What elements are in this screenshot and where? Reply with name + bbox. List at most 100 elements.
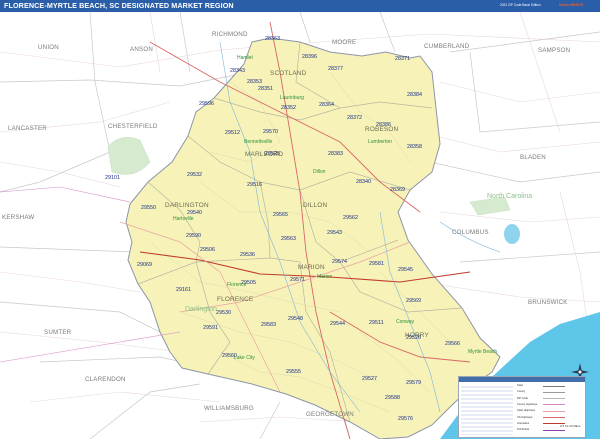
legend-swatch [543,391,565,393]
zip-label-29591: 29591 [203,325,218,331]
zip-label-28352: 28352 [281,105,296,111]
zip-label-29544: 29544 [330,321,345,327]
zip-label-29565: 29565 [273,212,288,218]
county-label-kershaw: KERSHAW [2,214,35,221]
zip-label-28384: 28384 [407,92,422,98]
zip-label-29530: 29530 [216,310,231,316]
zip-label-29543: 29543 [327,230,342,236]
zip-label-28383: 28383 [328,151,343,157]
zip-label-29548: 29548 [288,316,303,322]
zip-label-29569: 29569 [406,298,421,304]
zip-label-29101: 29101 [105,175,120,181]
zip-label-28377: 28377 [328,66,343,72]
zip-label-29579: 29579 [406,380,421,386]
legend-item-label: County [517,390,526,394]
county-label-cumberland: CUMBERLAND [424,43,470,50]
zip-label-28372: 28372 [347,115,362,121]
zip-label-28369: 28369 [390,187,405,193]
zip-label-29527: 29527 [362,376,377,382]
county-label-marion: MARION [298,264,325,271]
city-label-lake-city: Lake City [234,355,255,361]
zip-label-29590: 29590 [186,233,201,239]
zip-label-29570: 29570 [263,129,278,135]
zip-label-29588: 29588 [385,395,400,401]
zip-label-29571: 29571 [290,277,305,283]
zip-label-29511: 29511 [369,320,384,326]
zip-label-28364: 28364 [319,102,334,108]
legend-item-label: US Highways [517,415,533,419]
zip-label-29516: 29516 [247,182,262,188]
zip-label-29560: 29560 [222,353,237,359]
county-label-moore: MOORE [332,39,357,46]
zip-label-29512: 29512 [225,130,240,136]
map-frame: FLORENCE-MYRTLE BEACH, SC DESIGNATED MAR… [0,0,600,439]
county-label-georgetown: GEORGETOWN [306,411,354,418]
county-label-dillon: DILLON [303,202,328,209]
zip-label-28343: 28343 [230,68,245,74]
park-label-darlington: Darlington [185,306,217,313]
zip-label-28353: 28353 [247,79,262,85]
edition-label: 2022 ZIP Code Basic Edition [500,3,541,7]
legend-swatch [543,398,565,400]
zip-label-29161: 29161 [176,287,191,293]
zip-label-29536: 29536 [240,252,255,258]
city-label-marion: Marion [317,274,333,280]
county-label-lancaster: LANCASTER [8,125,47,132]
zip-label-29526: 29526 [406,335,421,341]
legend-swatch [543,385,565,387]
city-label-lumberton: Lumberton [368,139,392,145]
county-label-brunswick: BRUNSWICK [528,299,568,306]
legend-swatch [543,429,565,431]
zip-index-table [461,384,513,435]
county-label-chesterfield: CHESTERFIELD [108,123,158,130]
map-legend: State County ZIP Code County Highways State … [458,376,586,438]
zip-label-29532: 29532 [187,172,202,178]
zip-label-29525: 29525 [265,151,280,157]
scale-bar: 0 5 10 20 Miles [560,424,581,428]
city-label-bennettsville: Bennettsville [244,139,273,145]
zip-label-29069: 29069 [137,262,152,268]
zip-label-29563: 29563 [281,236,296,242]
zip-label-29550: 29550 [141,205,156,211]
county-label-sumter: SUMTER [44,329,72,336]
city-label-myrtle-beach: Myrtle Beach [468,349,498,355]
city-label-hamlet: Hamlet [237,55,253,61]
legend-item-label: ZIP Code [517,396,528,400]
county-label-anson: ANSON [130,46,154,53]
zip-label-28351: 28351 [258,86,273,92]
city-label-dillon: Dillon [313,169,326,175]
park-label-north-carolina: North Carolina [487,193,533,200]
county-label-darlington: DARLINGTON [165,202,209,209]
county-label-richmond: RICHMOND [212,31,248,38]
zip-label-29540: 29540 [187,210,202,216]
zip-label-29506: 29506 [200,247,215,253]
zip-label-29545: 29545 [398,267,413,273]
zip-label-28358: 28358 [407,144,422,150]
legend-swatch [543,410,565,412]
zip-label-28340: 28340 [356,179,371,185]
legend-swatch [543,417,565,418]
city-label-hartsville: Hartsville [173,216,194,222]
legend-swatch [543,404,565,406]
marketmaps-logo: MarketMAPS [559,2,584,7]
zip-label-29505: 29505 [241,280,256,286]
zip-label-29574: 29574 [332,259,347,265]
county-label-scotland: SCOTLAND [270,70,307,77]
city-label-laurinburg: Laurinburg [280,95,304,101]
zip-label-29555: 29555 [286,369,301,375]
county-label-clarendon: CLARENDON [85,376,126,383]
zip-label-29581: 29581 [369,261,384,267]
zip-label-29596: 29596 [199,101,214,107]
zip-label-29566: 29566 [445,341,460,347]
legend-header [459,377,585,382]
county-label-florence: FLORENCE [217,296,254,303]
legend-item-label: State Highways [517,409,536,413]
county-label-sampson: SAMPSON [538,47,571,54]
zip-label-28386: 28386 [376,122,391,128]
county-label-williamsburg: WILLIAMSBURG [204,405,254,412]
zip-label-29562: 29562 [343,215,358,221]
zip-label-28371: 28371 [395,56,410,62]
legend-item-label: State [517,384,524,387]
lake-waccamaw [504,224,520,244]
map-title: FLORENCE-MYRTLE BEACH, SC DESIGNATED MAR… [4,1,234,10]
